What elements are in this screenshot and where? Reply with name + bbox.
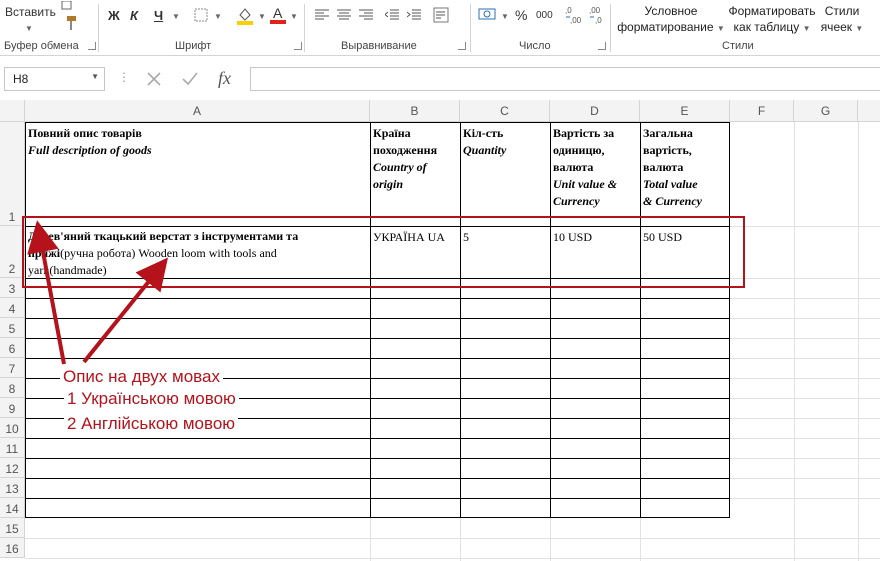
conditional-formatting-label-1: Условное: [644, 4, 698, 18]
cancel-icon[interactable]: [142, 68, 166, 90]
font-group-label: Шрифт: [175, 40, 212, 52]
cell-styles-button[interactable]: Стили ячеек ▼: [818, 3, 866, 37]
underline-button[interactable]: Ч: [154, 8, 163, 23]
wrap-text-icon[interactable]: [432, 6, 450, 24]
cell-styles-dropdown-icon: ▼: [855, 24, 864, 33]
arrow-to-english: [82, 257, 169, 364]
svg-text:,0: ,0: [595, 16, 602, 25]
formula-bar-grip-icon: ⋮: [118, 70, 130, 84]
formula-input[interactable]: [250, 67, 880, 91]
format-as-table-button[interactable]: Форматировать как таблицу ▼: [726, 3, 818, 37]
alignment-group-label: Выравнивание: [341, 40, 417, 52]
worksheet-grid: A B C D E F G 1 2 3 4 5 6 7 8 9 10 11 12…: [0, 100, 880, 561]
number-launcher-icon[interactable]: [598, 42, 606, 50]
percent-style-button[interactable]: %: [515, 7, 527, 23]
conditional-formatting-button[interactable]: Условное форматирование ▼: [616, 3, 726, 37]
format-as-table-label-2: как таблицу: [733, 20, 800, 34]
decrease-indent-icon[interactable]: [384, 8, 400, 22]
currency-format-icon[interactable]: [478, 6, 498, 24]
arrow-to-ukrainian: [27, 220, 66, 365]
insert-function-icon[interactable]: fx: [218, 68, 231, 89]
svg-text:,00: ,00: [589, 6, 601, 15]
clipboard-group-label: Буфер обмена: [4, 40, 79, 52]
separator: [304, 4, 305, 52]
increase-indent-icon[interactable]: [406, 8, 422, 22]
ribbon: Вставить ▼ Буфер обмена Ж К Ч ▼ ▼ ▼ A ▼ …: [0, 0, 880, 56]
align-right-icon[interactable]: [358, 8, 374, 22]
separator: [470, 4, 471, 52]
alignment-launcher-icon[interactable]: [458, 42, 466, 50]
svg-text:A: A: [273, 5, 283, 21]
align-center-icon[interactable]: [336, 8, 352, 22]
format-painter-icon[interactable]: [60, 14, 78, 32]
decrease-decimal-icon[interactable]: ,00,0: [588, 4, 610, 26]
separator: [98, 4, 99, 52]
comma-style-button[interactable]: 000: [536, 10, 553, 21]
format-as-table-label-1: Форматировать: [728, 4, 816, 18]
borders-icon[interactable]: [193, 7, 209, 23]
font-color-dropdown-icon[interactable]: ▼: [290, 12, 298, 21]
annotation-arrows: [27, 220, 169, 365]
align-left-icon[interactable]: [314, 8, 330, 22]
font-color-icon[interactable]: A: [269, 4, 287, 26]
annotation-line-2: 1 Українською мовою: [64, 389, 239, 409]
bold-button[interactable]: Ж: [108, 8, 120, 23]
svg-text:,0: ,0: [565, 6, 572, 15]
borders-dropdown-icon[interactable]: ▼: [214, 12, 222, 21]
formula-bar: H8 ▼ ⋮ fx: [0, 60, 880, 98]
clipboard-launcher-icon[interactable]: [88, 42, 96, 50]
styles-group-label: Стили: [722, 40, 754, 52]
name-box-dropdown-icon[interactable]: ▼: [91, 72, 99, 81]
format-as-table-dropdown-icon: ▼: [802, 24, 811, 33]
paste-button[interactable]: Вставить: [5, 5, 56, 19]
italic-button[interactable]: К: [130, 8, 138, 23]
name-box[interactable]: H8 ▼: [4, 67, 105, 91]
number-group-label: Число: [519, 40, 551, 52]
fill-color-icon[interactable]: [236, 6, 254, 26]
conditional-formatting-dropdown-icon: ▼: [716, 24, 725, 33]
font-launcher-icon[interactable]: [294, 42, 302, 50]
fill-color-dropdown-icon[interactable]: ▼: [258, 12, 266, 21]
enter-icon[interactable]: [178, 68, 202, 90]
copy-icon[interactable]: [60, 0, 76, 10]
cell-styles-label-1: Стили: [824, 4, 860, 18]
conditional-formatting-label-2: форматирование: [617, 20, 714, 34]
currency-dropdown-icon[interactable]: ▼: [501, 12, 509, 21]
cell-styles-label-2: ячеек: [820, 20, 853, 34]
increase-decimal-icon[interactable]: ,0,00: [564, 4, 586, 26]
svg-text:,00: ,00: [570, 16, 582, 25]
annotation-line-1: Опис на двух мовах: [60, 367, 223, 387]
underline-dropdown-icon[interactable]: ▼: [172, 12, 180, 21]
separator: [610, 4, 611, 52]
name-box-value: H8: [13, 72, 29, 86]
paste-dropdown-icon[interactable]: ▼: [25, 24, 33, 33]
annotation-line-3: 2 Англійською мовою: [64, 414, 239, 434]
